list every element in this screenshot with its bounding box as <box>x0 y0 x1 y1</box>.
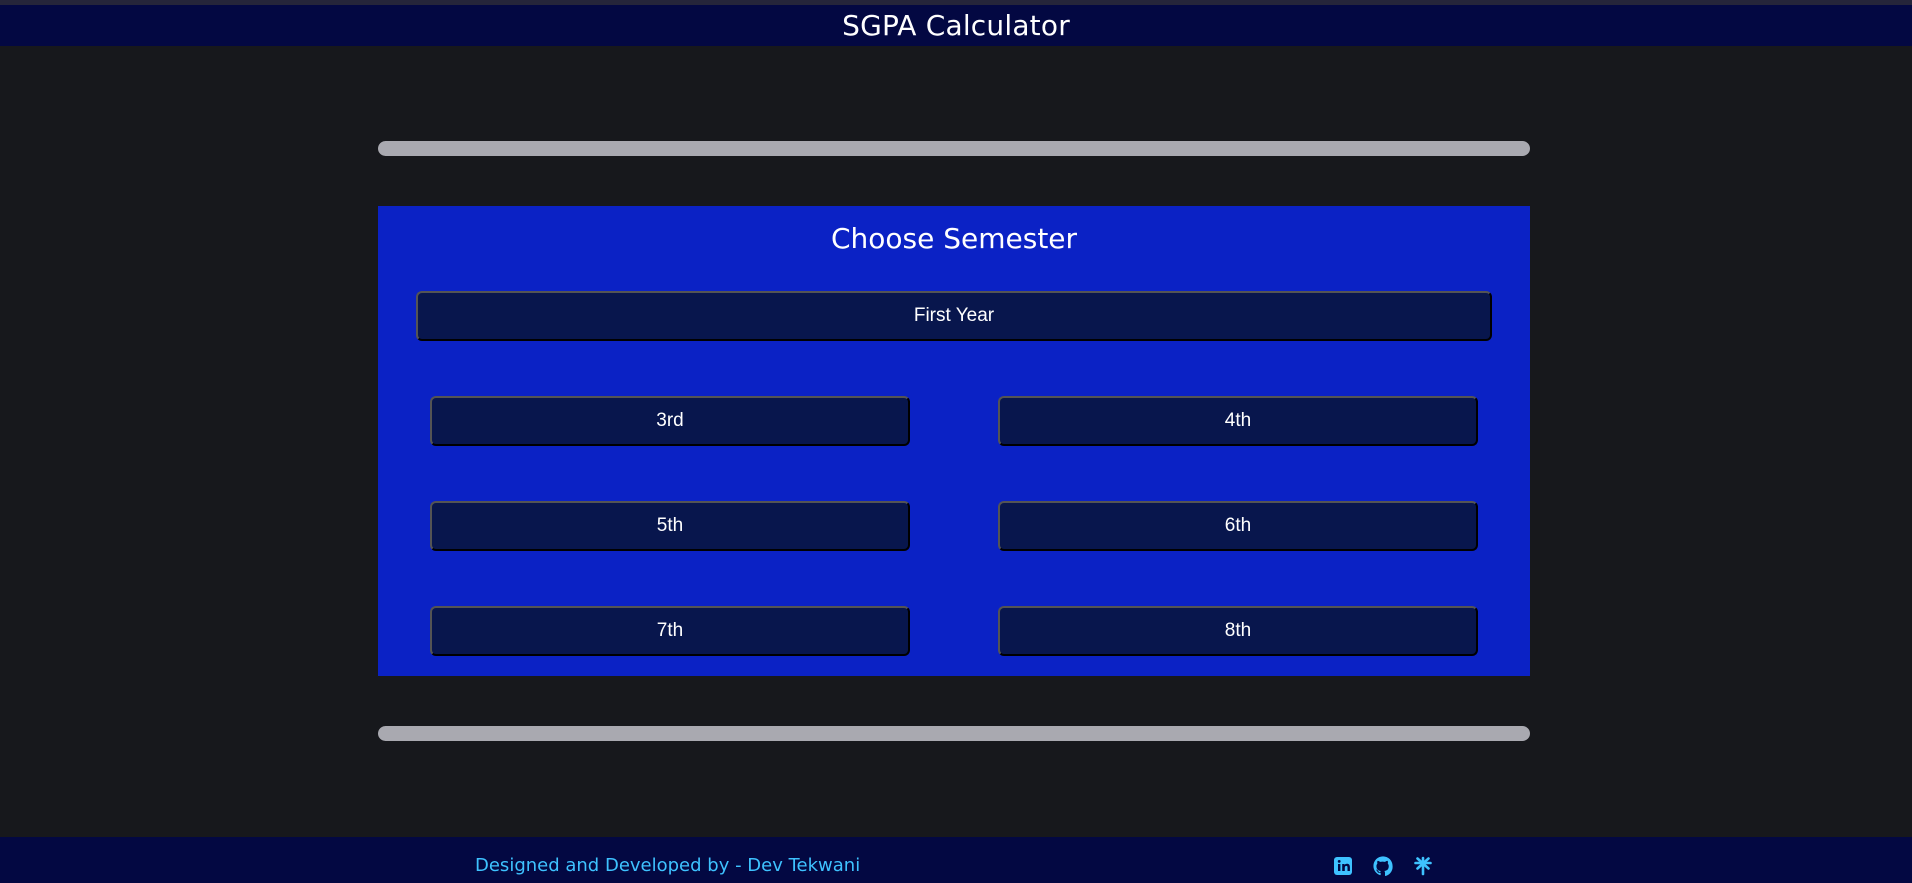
bottom-divider-bar <box>378 726 1530 741</box>
linktree-icon[interactable] <box>1412 855 1434 877</box>
app-title: SGPA Calculator <box>842 9 1070 42</box>
top-divider-bar <box>378 141 1530 156</box>
semester-3-button[interactable]: 3rd <box>430 396 910 446</box>
panel-title: Choose Semester <box>830 222 1078 255</box>
semester-8-button[interactable]: 8th <box>998 606 1478 656</box>
github-icon[interactable] <box>1372 855 1394 877</box>
semester-7-button[interactable]: 7th <box>430 606 910 656</box>
navbar: SGPA Calculator <box>0 5 1912 46</box>
first-year-button[interactable]: First Year <box>416 291 1492 341</box>
semester-4-button[interactable]: 4th <box>998 396 1478 446</box>
footer: Designed and Developed by - Dev Tekwani <box>0 837 1912 883</box>
semester-6-button[interactable]: 6th <box>998 501 1478 551</box>
footer-credit: Designed and Developed by - Dev Tekwani <box>475 855 861 876</box>
linkedin-icon[interactable] <box>1332 855 1354 877</box>
semester-5-button[interactable]: 5th <box>430 501 910 551</box>
semester-panel: Choose Semester First Year 3rd 4th 5th 6… <box>378 206 1530 676</box>
